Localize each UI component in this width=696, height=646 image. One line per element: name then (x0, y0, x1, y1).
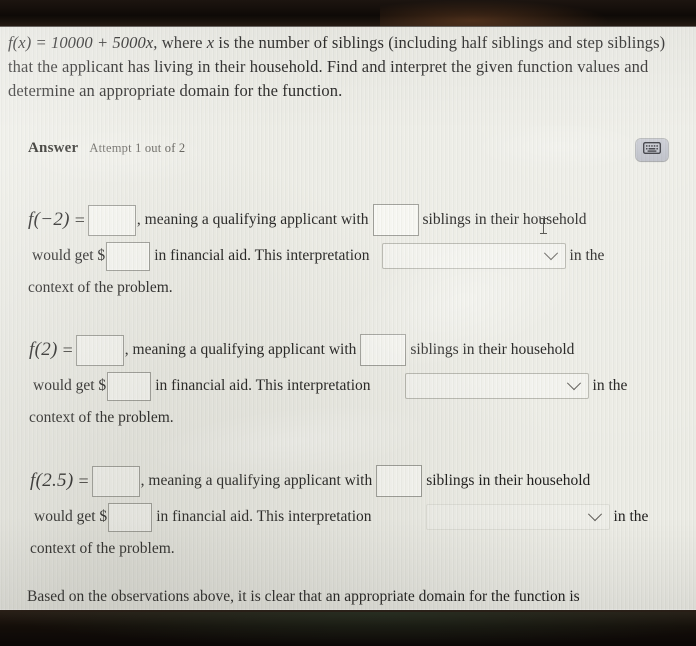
aid-amount-input[interactable] (107, 371, 152, 401)
equals-sign: = (78, 471, 89, 491)
answer-line-aid: would get $ in financial aid. This inter… (30, 499, 688, 535)
would-get-text: would get $ (33, 377, 107, 394)
context-text: context of the problem. (28, 279, 173, 296)
math-keyboard-icon (642, 141, 662, 159)
glass-reflection (470, 122, 650, 172)
in-the-text: in the (569, 247, 605, 264)
in-the-text: in the (592, 377, 628, 394)
aid-amount-input[interactable] (106, 241, 151, 271)
problem-text-before-var: , where (153, 33, 207, 52)
meaning-text: , meaning a qualifying applicant with (124, 341, 357, 358)
device-bezel-top (0, 0, 696, 26)
context-text: context of the problem. (30, 540, 175, 557)
siblings-count-input[interactable] (372, 204, 419, 236)
equals-sign: = (74, 210, 85, 230)
answer-line-value: f(2.5) = , meaning a qualifying applican… (30, 463, 688, 499)
interpretation-select[interactable] (425, 504, 610, 530)
photographed-screen: f(x) = 10000 + 5000x, where x is the num… (0, 0, 696, 646)
answer-block: f(−2) = , meaning a qualifying applicant… (28, 202, 688, 302)
function-value-input[interactable] (91, 465, 140, 497)
context-text: context of the problem. (29, 409, 174, 426)
would-get-text: would get $ (34, 508, 108, 525)
function-expression: f(2) (29, 339, 58, 360)
answer-line-context: context of the problem. (29, 404, 688, 432)
aid-amount-input[interactable] (108, 502, 153, 532)
function-value-input[interactable] (75, 334, 124, 366)
equals-sign: = (62, 340, 73, 360)
would-get-text: would get $ (32, 247, 106, 264)
glass-reflection (20, 127, 220, 187)
math-keyboard-button[interactable] (636, 139, 668, 161)
function-expression: f(−2) (28, 209, 70, 230)
chevron-down-icon (587, 507, 602, 522)
answer-label: Answer (28, 140, 79, 156)
chevron-down-icon (543, 246, 558, 261)
siblings-text: siblings in their household (426, 472, 591, 489)
financial-aid-text: in financial aid. This interpretation (154, 247, 370, 264)
answer-line-context: context of the problem. (28, 274, 688, 302)
screen-area: f(x) = 10000 + 5000x, where x is the num… (0, 27, 696, 610)
siblings-count-input[interactable] (376, 465, 423, 497)
answer-block: f(2.5) = , meaning a qualifying applican… (28, 463, 688, 563)
function-value-input[interactable] (87, 204, 136, 236)
answer-block: f(2) = , meaning a qualifying applicant … (28, 332, 688, 432)
answer-line-context: context of the problem. (30, 535, 688, 563)
domain-question-text: Based on the observations above, it is c… (27, 588, 580, 605)
financial-aid-text: in financial aid. This interpretation (156, 508, 372, 525)
siblings-count-input[interactable] (360, 334, 407, 366)
in-the-text: in the (613, 508, 649, 525)
interpretation-select[interactable] (381, 243, 566, 269)
chevron-down-icon (566, 376, 581, 391)
device-bezel-bottom (0, 610, 696, 646)
answer-line-value: f(−2) = , meaning a qualifying applicant… (28, 202, 688, 238)
meaning-text: , meaning a qualifying applicant with (136, 211, 369, 228)
problem-formula: f(x) = 10000 + 5000x (8, 33, 154, 52)
meaning-text: , meaning a qualifying applicant with (140, 472, 373, 489)
interpretation-select[interactable] (404, 373, 589, 399)
siblings-text: siblings in their household (422, 211, 587, 228)
attempt-counter: Attempt 1 out of 2 (89, 141, 186, 155)
answer-line-aid: would get $ in financial aid. This inter… (28, 238, 688, 274)
financial-aid-text: in financial aid. This interpretation (155, 377, 371, 394)
siblings-text: siblings in their household (410, 341, 575, 358)
problem-statement: f(x) = 10000 + 5000x, where x is the num… (8, 31, 684, 103)
function-expression: f(2.5) (30, 470, 74, 491)
answer-line-value: f(2) = , meaning a qualifying applicant … (29, 332, 688, 368)
answer-line-aid: would get $ in financial aid. This inter… (29, 368, 688, 404)
answer-header: Answer Attempt 1 out of 2 (28, 140, 185, 157)
